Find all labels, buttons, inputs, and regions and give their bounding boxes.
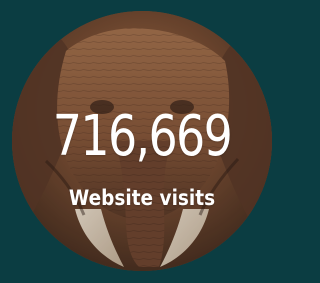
stat-card: 716,669 Website visits — [0, 0, 284, 283]
website-visits-label: Website visits — [68, 186, 216, 210]
circular-photo-mask: 716,669 Website visits — [12, 11, 272, 271]
website-visits-value: 716,669 — [52, 104, 233, 169]
